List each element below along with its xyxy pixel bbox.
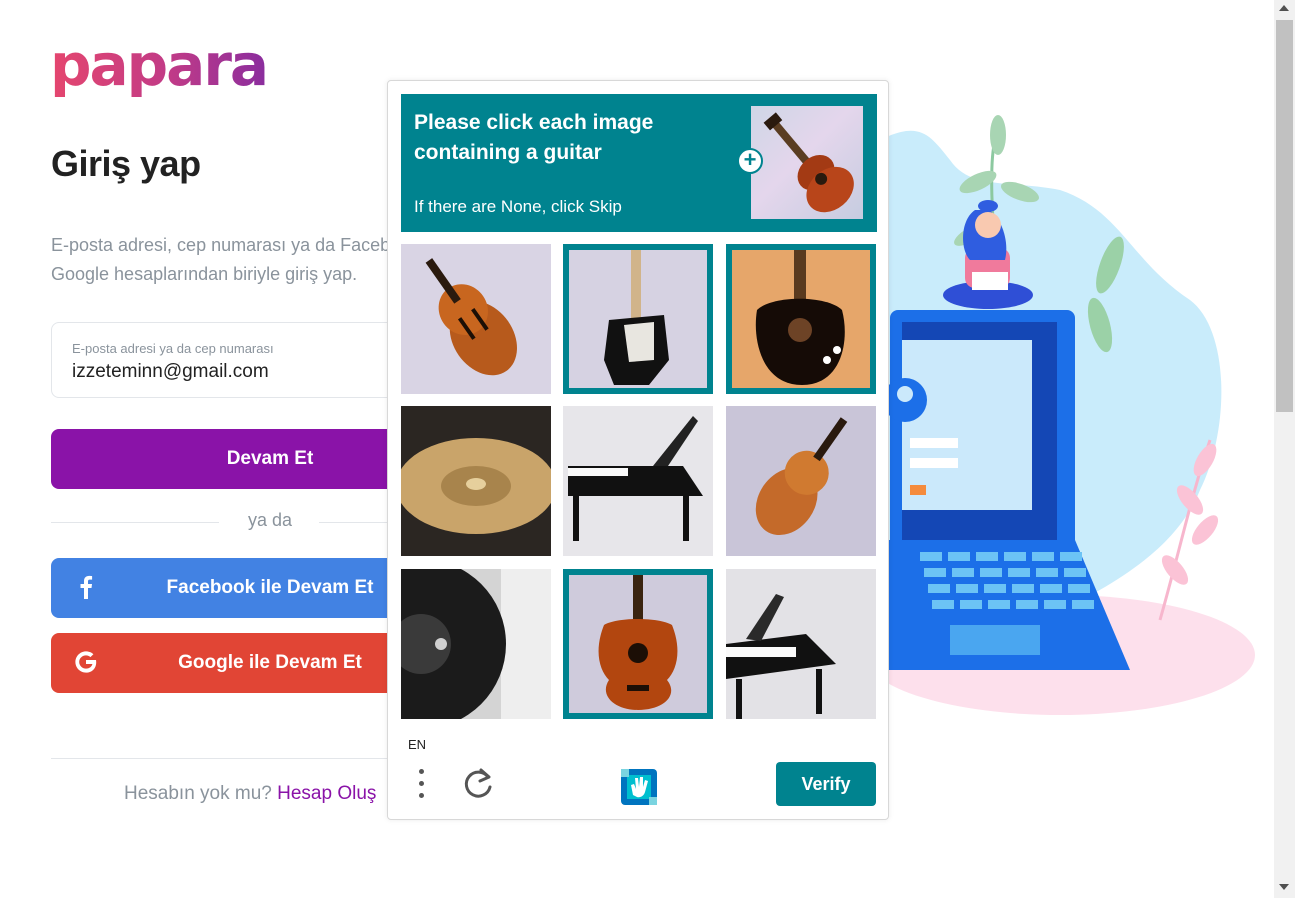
language-selector[interactable]: EN	[408, 737, 426, 752]
description-line-1: E-posta adresi, cep numarası ya da Faceb…	[51, 235, 391, 255]
verify-button[interactable]: Verify	[776, 762, 876, 806]
more-vertical-icon[interactable]	[416, 769, 428, 801]
plus-icon[interactable]: +	[737, 148, 763, 174]
captcha-tile-1[interactable]	[401, 244, 551, 394]
page-scrollbar[interactable]	[1274, 0, 1295, 898]
hcaptcha-logo-icon[interactable]	[617, 765, 661, 809]
papara-logo[interactable]: papara	[50, 30, 269, 100]
description-line-2: Google hesaplarından biriyle giriş yap.	[51, 264, 358, 284]
captcha-tile-2[interactable]	[563, 244, 713, 394]
captcha-tile-5[interactable]	[563, 406, 713, 556]
login-description: E-posta adresi, cep numarası ya da Faceb…	[51, 231, 391, 289]
captcha-tile-7[interactable]	[401, 569, 551, 719]
signup-row: Hesabın yok mu? Hesap Oluş	[124, 783, 376, 805]
laptop-illustration	[865, 115, 1255, 715]
signup-link[interactable]: Hesap Oluş	[277, 783, 376, 804]
scroll-thumb[interactable]	[1276, 20, 1293, 412]
scroll-down-icon[interactable]	[1279, 884, 1289, 890]
captcha-header: Please click each image containing a gui…	[401, 94, 877, 232]
captcha-example-image[interactable]	[751, 106, 863, 219]
captcha-tile-8[interactable]	[563, 569, 713, 719]
google-icon	[71, 647, 101, 677]
captcha-tile-3[interactable]	[726, 244, 876, 394]
email-field-label: E-posta adresi ya da cep numarası	[72, 341, 274, 356]
continue-button-label: Devam Et	[226, 448, 314, 469]
hcaptcha-challenge: Please click each image containing a gui…	[387, 80, 889, 820]
captcha-tile-6[interactable]	[726, 406, 876, 556]
captcha-tile-9[interactable]	[726, 569, 876, 719]
refresh-icon[interactable]	[462, 767, 494, 801]
google-login-label: Google ile Devam Et	[178, 652, 362, 673]
page-title: Giriş yap	[51, 143, 201, 184]
captcha-tile-4[interactable]	[401, 406, 551, 556]
email-field-value[interactable]: izzeteminn@gmail.com	[72, 361, 269, 383]
captcha-sub-prompt: If there are None, click Skip	[414, 197, 622, 216]
facebook-login-label: Facebook ile Devam Et	[166, 577, 374, 598]
signup-prompt: Hesabın yok mu?	[124, 783, 272, 804]
facebook-icon	[71, 572, 101, 602]
captcha-prompt: Please click each image containing a gui…	[414, 111, 654, 164]
scroll-up-icon[interactable]	[1279, 5, 1289, 11]
